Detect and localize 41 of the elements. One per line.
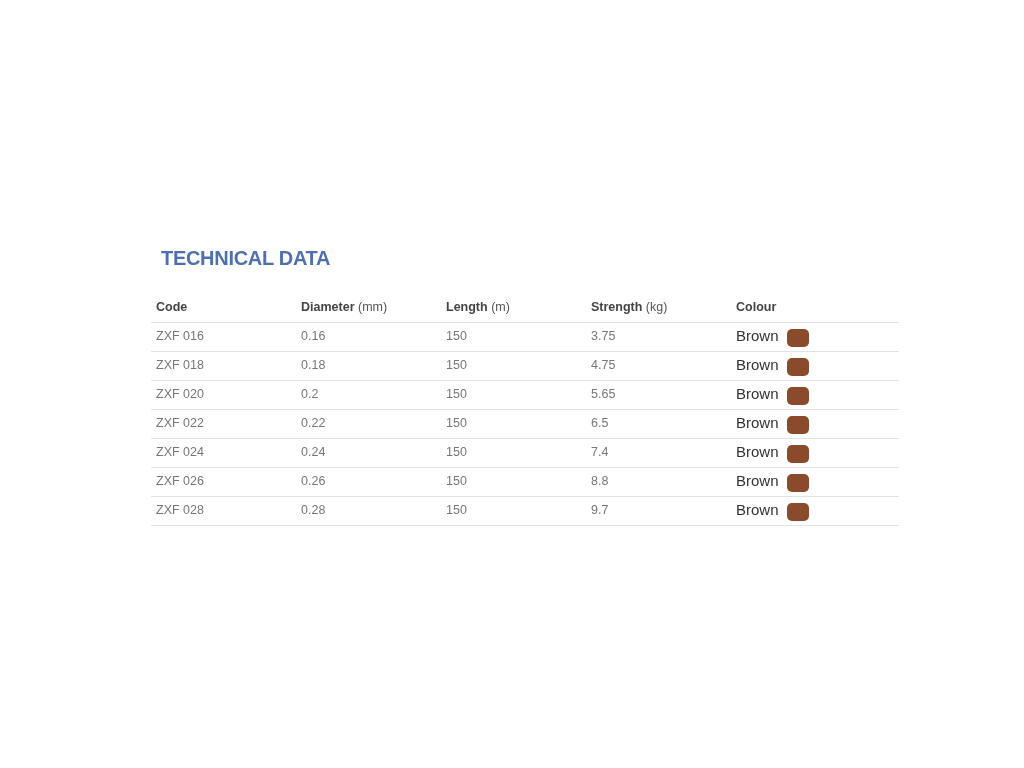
colour-name: Brown xyxy=(736,327,779,345)
table-cell: 0.28 xyxy=(296,496,441,525)
colour-name: Brown xyxy=(736,443,779,461)
table-cell: 9.7 xyxy=(586,496,731,525)
table-cell: 150 xyxy=(441,322,586,351)
table-cell: ZXF 026 xyxy=(151,467,296,496)
table-cell: 5.65 xyxy=(586,380,731,409)
table-cell: 0.2 xyxy=(296,380,441,409)
table-cell: 0.18 xyxy=(296,351,441,380)
table-cell: 150 xyxy=(441,409,586,438)
table-cell: 0.22 xyxy=(296,409,441,438)
table-cell: ZXF 024 xyxy=(151,438,296,467)
table-cell: 7.4 xyxy=(586,438,731,467)
table-cell: 150 xyxy=(441,467,586,496)
table-cell: ZXF 022 xyxy=(151,409,296,438)
table-cell: 0.26 xyxy=(296,467,441,496)
table-cell: ZXF 028 xyxy=(151,496,296,525)
column-header: Colour xyxy=(731,294,899,322)
table-cell: 0.16 xyxy=(296,322,441,351)
table-cell: 150 xyxy=(441,496,586,525)
colour-name: Brown xyxy=(736,414,779,432)
section-title: TECHNICAL DATA xyxy=(161,246,332,271)
table-cell: 150 xyxy=(441,380,586,409)
table-cell: 150 xyxy=(441,438,586,467)
table-cell: 3.75 xyxy=(586,322,731,351)
table-cell: ZXF 016 xyxy=(151,322,296,351)
table-cell: ZXF 020 xyxy=(151,380,296,409)
colour-name: Brown xyxy=(736,356,779,374)
column-header: Strength (kg) xyxy=(586,294,731,322)
column-header: Length (m) xyxy=(441,294,586,322)
colour-name: Brown xyxy=(736,385,779,403)
colour-name: Brown xyxy=(736,472,779,490)
table-cell: 0.24 xyxy=(296,438,441,467)
table-cell: 6.5 xyxy=(586,409,731,438)
table-cell: 8.8 xyxy=(586,467,731,496)
table-cell: 150 xyxy=(441,351,586,380)
table-cell: ZXF 018 xyxy=(151,351,296,380)
colour-name: Brown xyxy=(736,501,779,519)
column-header: Diameter (mm) xyxy=(296,294,441,322)
column-header: Code xyxy=(151,294,296,322)
table-cell: 4.75 xyxy=(586,351,731,380)
